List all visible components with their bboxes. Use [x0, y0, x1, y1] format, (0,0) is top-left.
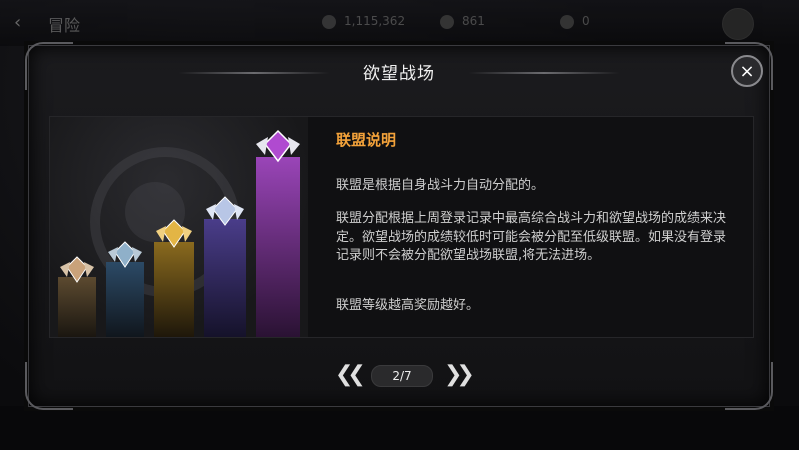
- top-bar: ‹ 冒险 1,115,362 861 0: [0, 0, 799, 46]
- bottom-bar: [0, 406, 799, 450]
- tier-bar-4: [204, 196, 246, 337]
- alliance-tier-illustration: [50, 117, 308, 337]
- tier-bar-1: [58, 256, 96, 337]
- tier-bar-2: [106, 241, 144, 337]
- page-title: 冒险: [48, 16, 81, 35]
- coin-value: 1,115,362: [344, 14, 406, 28]
- section-heading: 联盟说明: [336, 131, 397, 149]
- back-arrow-icon[interactable]: ‹: [14, 12, 21, 33]
- coin-icon: [322, 14, 336, 29]
- battlefield-info-dialog: 欲望战场 × 联盟说明 联盟是根据自身战斗力自动分配的。 联盟分配根据上周登录记…: [25, 42, 773, 410]
- tier-bars-svg: [58, 129, 300, 337]
- info-text-area: 联盟说明 联盟是根据自身战斗力自动分配的。 联盟分配根据上周登录记录中最高综合战…: [308, 117, 753, 337]
- double-chevron-left-icon[interactable]: ❮❮: [335, 364, 366, 386]
- stamina-counter: 0: [560, 14, 590, 29]
- gem-icon: [440, 14, 454, 29]
- info-paragraph: 联盟等级越高奖励越好。: [336, 298, 480, 313]
- info-paragraph: 联盟是根据自身战斗力自动分配的。: [336, 178, 545, 193]
- stamina-value: 0: [582, 14, 590, 28]
- avatar[interactable]: [722, 8, 754, 40]
- content-panel: 联盟说明 联盟是根据自身战斗力自动分配的。 联盟分配根据上周登录记录中最高综合战…: [49, 116, 754, 338]
- info-paragraph: 联盟分配根据上周登录记录中最高综合战斗力和欲望战场的成绩来决定。欲望战场的成绩较…: [336, 211, 727, 263]
- gem-value: 861: [462, 14, 485, 28]
- gem-counter: 861: [440, 14, 485, 29]
- double-chevron-right-icon[interactable]: ❯❯: [444, 364, 475, 386]
- tier-bar-3: [154, 219, 194, 337]
- stamina-icon: [560, 14, 574, 29]
- dialog-title: 欲望战场: [363, 64, 435, 84]
- close-button[interactable]: ×: [731, 55, 763, 87]
- tier-bar-5: [256, 129, 300, 337]
- page-indicator: 2/7: [371, 365, 433, 387]
- pagination: ❮❮ 2/7 ❯❯: [29, 364, 769, 388]
- coin-counter: 1,115,362: [322, 14, 405, 29]
